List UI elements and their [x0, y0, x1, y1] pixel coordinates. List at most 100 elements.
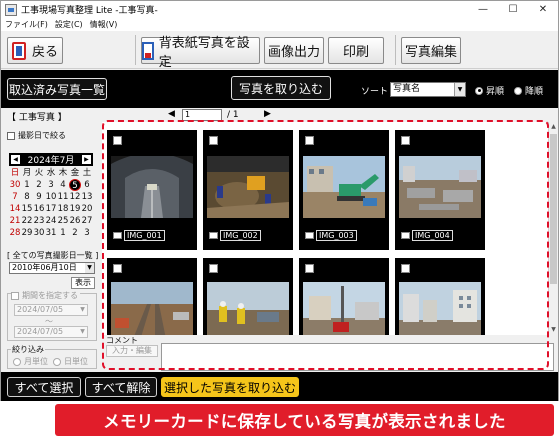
photo-checkbox[interactable] [209, 136, 218, 145]
photo-caption: IMG_002 [209, 230, 287, 241]
page-select[interactable]: 1 [182, 109, 222, 121]
calendar-day[interactable]: 14 [9, 203, 21, 215]
calendar-day[interactable]: 15 [21, 203, 33, 215]
photo-checkbox[interactable] [401, 264, 410, 273]
by-month-radio[interactable]: 月単位 [13, 356, 48, 367]
calendar-day[interactable]: 10 [45, 191, 57, 203]
calendar-day[interactable]: 25 [57, 215, 69, 227]
scroll-up-icon[interactable]: ▲ [549, 122, 558, 132]
calendar-next-icon[interactable]: ▶ [81, 155, 91, 164]
scroll-thumb[interactable] [550, 134, 557, 284]
photo-thumbnail[interactable]: IMG_004 [395, 130, 485, 250]
chevron-down-icon: ▼ [454, 83, 465, 96]
print-button[interactable]: 印刷 [328, 37, 384, 64]
photo-checkbox[interactable] [305, 264, 314, 273]
scroll-down-icon[interactable]: ▼ [549, 325, 558, 335]
import-photos-button[interactable]: 写真を取り込む [231, 76, 331, 100]
calendar-day[interactable]: 30 [33, 227, 45, 239]
calendar-day[interactable]: 23 [33, 215, 45, 227]
photo-thumbnail[interactable]: IMG_001 [107, 130, 197, 250]
calendar-day[interactable]: 29 [21, 227, 33, 239]
by-day-radio[interactable]: 日単位 [53, 356, 88, 367]
calendar-day[interactable]: 1 [21, 179, 33, 191]
calendar-day[interactable]: 31 [45, 227, 57, 239]
menu-info[interactable]: 情報(V) [90, 19, 118, 30]
photo-thumbnail[interactable] [299, 258, 389, 335]
calendar-day[interactable]: 19 [69, 203, 81, 215]
calendar-day[interactable]: 8 [21, 191, 33, 203]
photo-checkbox[interactable] [113, 264, 122, 273]
sort-select[interactable]: 写真名 ▼ [390, 82, 466, 97]
import-selected-button[interactable]: 選択した写真を取り込む [161, 377, 299, 397]
calendar-day[interactable]: 21 [9, 215, 21, 227]
back-button[interactable]: 戻る [7, 37, 63, 64]
deselect-all-button[interactable]: すべて解除 [85, 377, 157, 397]
close-button[interactable]: ✕ [528, 1, 558, 18]
photo-caption: IMG_003 [305, 230, 383, 241]
calendar-day[interactable]: 2 [33, 179, 45, 191]
photo-thumbnail[interactable] [203, 258, 293, 335]
photo-scrollbar[interactable]: ▲ ▼ [548, 122, 558, 335]
select-all-button[interactable]: すべて選択 [7, 377, 81, 397]
photo-edit-button[interactable]: 写真編集 [401, 37, 461, 64]
calendar-day[interactable]: 22 [21, 215, 33, 227]
calendar-day[interactable]: 26 [69, 215, 81, 227]
comment-textbox[interactable] [161, 343, 554, 371]
calendar-day[interactable]: 12 [69, 191, 81, 203]
menu-file[interactable]: ファイル(F) [5, 19, 48, 30]
calendar-day[interactable]: 27 [81, 215, 93, 227]
calendar-day[interactable]: 18 [57, 203, 69, 215]
calendar-day[interactable]: 1 [57, 227, 69, 239]
calendar-day[interactable]: 5 [69, 179, 81, 191]
calendar-day[interactable]: 3 [81, 227, 93, 239]
photo-thumbnail[interactable] [107, 258, 197, 335]
calendar-day[interactable]: 9 [33, 191, 45, 203]
photo-checkbox[interactable] [113, 136, 122, 145]
calendar-day[interactable]: 28 [9, 227, 21, 239]
calendar-day[interactable]: 6 [81, 179, 93, 191]
chevron-down-icon: ▼ [80, 328, 85, 335]
imported-list-button[interactable]: 取込済み写真一覧 [7, 78, 107, 100]
photo-image [303, 282, 385, 335]
period-from-select[interactable]: 2024/07/05 ▼ [14, 304, 88, 316]
calendar-day[interactable]: 11 [57, 191, 69, 203]
calendar-prev-icon[interactable]: ◀ [11, 155, 20, 164]
calendar-day[interactable]: 3 [45, 179, 57, 191]
all-dates-select[interactable]: 2010年06月10日 ▼ [9, 262, 95, 274]
photo-list-bar: 取込済み写真一覧 写真を取り込む ソート 写真名 ▼ 昇順 降順 [1, 70, 558, 108]
photo-thumbnail[interactable]: IMG_003 [299, 130, 389, 250]
period-to-select[interactable]: 2024/07/05 ▼ [14, 326, 88, 338]
menu-settings[interactable]: 設定(C) [55, 19, 83, 30]
calendar-day[interactable]: 20 [81, 203, 93, 215]
photo-checkbox[interactable] [305, 136, 314, 145]
calendar-day[interactable]: 17 [45, 203, 57, 215]
comment-section: コメント 入力・編集 [102, 335, 558, 372]
sort-select-value: 写真名 [393, 84, 421, 94]
calendar-day[interactable]: 30 [9, 179, 21, 191]
filter-by-date-checkbox[interactable]: 撮影日で絞る [7, 130, 66, 141]
photo-image [207, 282, 289, 335]
calendar-day[interactable]: 24 [45, 215, 57, 227]
prev-page-icon[interactable]: ◀ [168, 109, 175, 119]
calendar-day[interactable]: 7 [9, 191, 21, 203]
calendar-day[interactable]: 16 [33, 203, 45, 215]
minimize-button[interactable]: — [468, 1, 498, 18]
period-checkbox[interactable]: 期間を指定する [11, 290, 80, 301]
image-output-button[interactable]: 画像出力 [264, 37, 324, 64]
photo-thumbnail[interactable]: IMG_002 [203, 130, 293, 250]
calendar-day[interactable]: 2 [69, 227, 81, 239]
comment-edit-button[interactable]: 入力・編集 [106, 345, 158, 357]
back-button-label: 戻る [31, 45, 58, 60]
calendar-title: 2024年7月 [27, 156, 75, 166]
sort-asc-radio[interactable]: 昇順 [475, 84, 504, 97]
set-wallpaper-button[interactable]: 背表紙写真を設定 [141, 36, 260, 70]
sort-desc-radio[interactable]: 降順 [514, 84, 543, 97]
photo-checkbox[interactable] [401, 136, 410, 145]
maximize-button[interactable]: ☐ [498, 1, 528, 18]
photo-checkbox[interactable] [209, 264, 218, 273]
calendar-day[interactable]: 13 [81, 191, 93, 203]
calendar-day[interactable]: 4 [57, 179, 69, 191]
next-page-icon[interactable]: ▶ [264, 109, 271, 119]
show-button[interactable]: 表示 [71, 277, 95, 289]
photo-thumbnail[interactable] [395, 258, 485, 335]
